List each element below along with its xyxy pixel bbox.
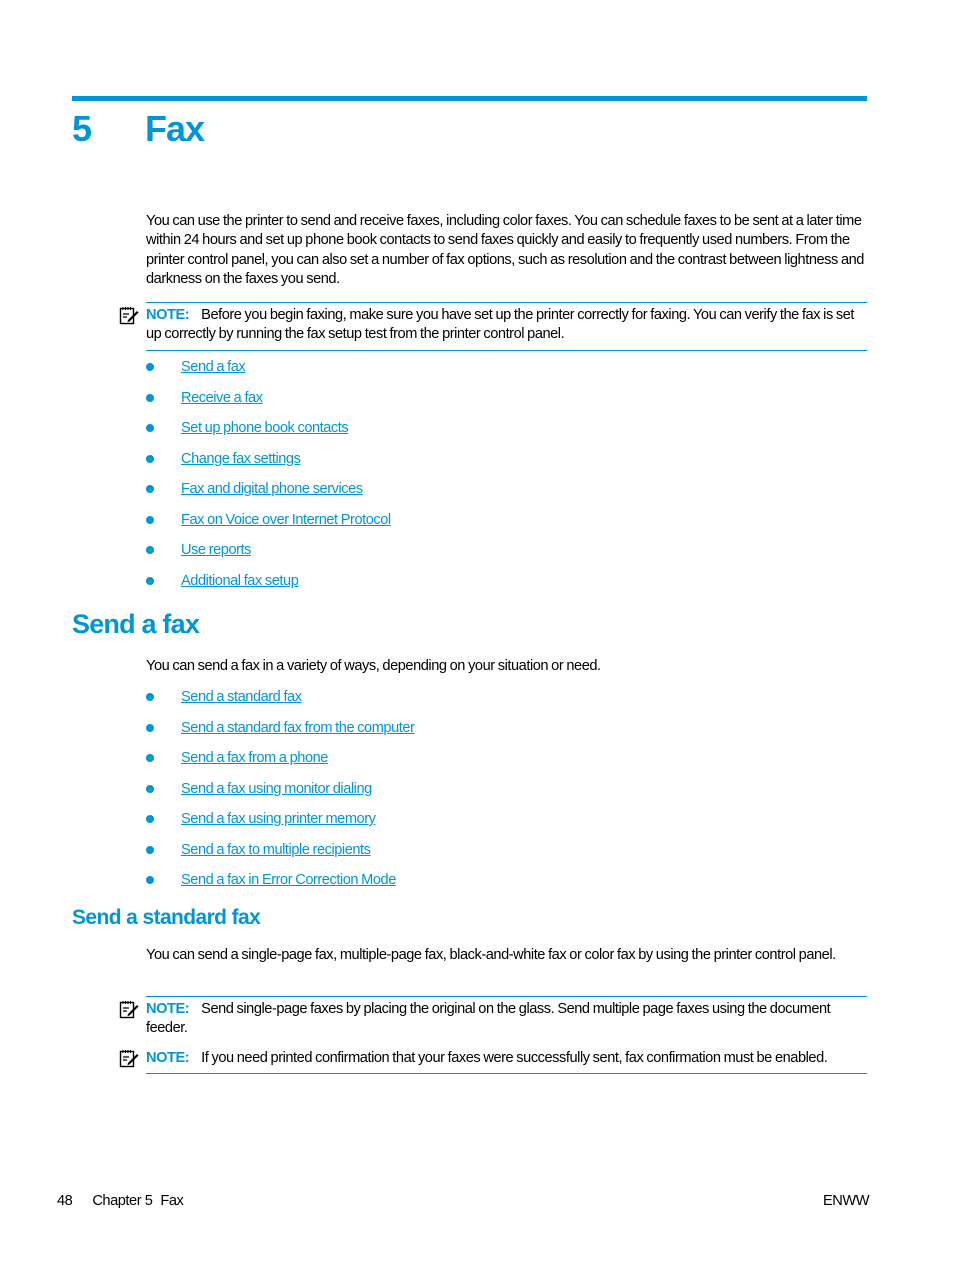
page-number: 48: [57, 1193, 73, 1209]
bullet-icon: [146, 515, 154, 524]
bullet-icon: [146, 424, 154, 432]
standard-fax-note-1: NOTE: Send single-page faxes by placing t…: [119, 996, 867, 1039]
note-icon: [119, 1001, 139, 1019]
bullet-icon: [146, 485, 154, 493]
note-label: NOTE:: [146, 307, 190, 323]
link-receive-a-fax[interactable]: Receive a fax: [181, 388, 263, 408]
link-send-fax-from-phone[interactable]: Send a fax from a phone: [181, 748, 328, 768]
bullet-icon: [146, 454, 154, 463]
section-heading-send-a-fax: Send a fax: [72, 609, 200, 639]
bullet-icon: [146, 546, 154, 554]
chapter-number: 5: [72, 108, 92, 149]
footer-locale: ENWW: [823, 1193, 870, 1209]
standard-fax-note-2: NOTE: If you need printed confirmation th…: [119, 1046, 867, 1075]
link-send-fax-multiple-recipients[interactable]: Send a fax to multiple recipients: [181, 840, 371, 860]
note-label: NOTE:: [146, 1050, 190, 1066]
link-send-a-fax[interactable]: Send a fax: [181, 357, 246, 377]
send-fax-paragraph: You can send a fax in a variety of ways,…: [146, 658, 601, 674]
chapter-name: Fax: [145, 108, 205, 149]
bullet-icon: [146, 723, 154, 732]
link-phone-book-contacts[interactable]: Set up phone book contacts: [181, 418, 349, 438]
section-heading-send-standard-fax: Send a standard fax: [72, 906, 261, 929]
link-send-fax-from-computer[interactable]: Send a standard fax from the computer: [181, 718, 415, 738]
note-text: Send single-page faxes by placing the or…: [146, 1001, 831, 1037]
link-additional-fax-setup[interactable]: Additional fax setup: [181, 571, 299, 591]
bullet-icon: [146, 393, 154, 402]
note-icon: [119, 307, 139, 325]
footer-chapter-title: Fax: [160, 1193, 184, 1209]
bullet-icon: [146, 845, 154, 854]
bullet-icon: [146, 576, 154, 585]
footer-left: 48 Chapter 5 Fax: [57, 1193, 184, 1209]
note-label: NOTE:: [146, 1001, 190, 1017]
intro-paragraph: You can use the printer to send and rece…: [146, 213, 864, 288]
link-fax-on-voip[interactable]: Fax on Voice over Internet Protocol: [181, 510, 391, 530]
bullet-icon: [146, 363, 154, 371]
link-send-fax-monitor-dialing[interactable]: Send a fax using monitor dialing: [181, 779, 372, 799]
note-text: If you need printed confirmation that yo…: [201, 1050, 828, 1066]
intro-note: NOTE: Before you begin faxing, make sure …: [119, 302, 867, 351]
footer-chapter-label: Chapter 5: [92, 1193, 153, 1209]
link-send-fax-printer-memory[interactable]: Send a fax using printer memory: [181, 809, 376, 829]
standard-fax-paragraph: You can send a single-page fax, multiple…: [146, 947, 836, 963]
link-digital-phone-services[interactable]: Fax and digital phone services: [181, 479, 363, 499]
chapter-rule: [72, 96, 867, 101]
bullet-icon: [146, 876, 154, 884]
bullet-icon: [146, 754, 154, 762]
link-change-fax-settings[interactable]: Change fax settings: [181, 449, 301, 469]
bullet-icon: [146, 815, 154, 823]
note-text: Before you begin faxing, make sure you h…: [146, 307, 855, 343]
link-use-reports[interactable]: Use reports: [181, 540, 251, 560]
link-send-fax-ecm[interactable]: Send a fax in Error Correction Mode: [181, 870, 396, 890]
note-icon: [119, 1050, 139, 1068]
link-send-standard-fax[interactable]: Send a standard fax: [181, 687, 302, 707]
bullet-icon: [146, 693, 154, 701]
bullet-icon: [146, 784, 154, 793]
